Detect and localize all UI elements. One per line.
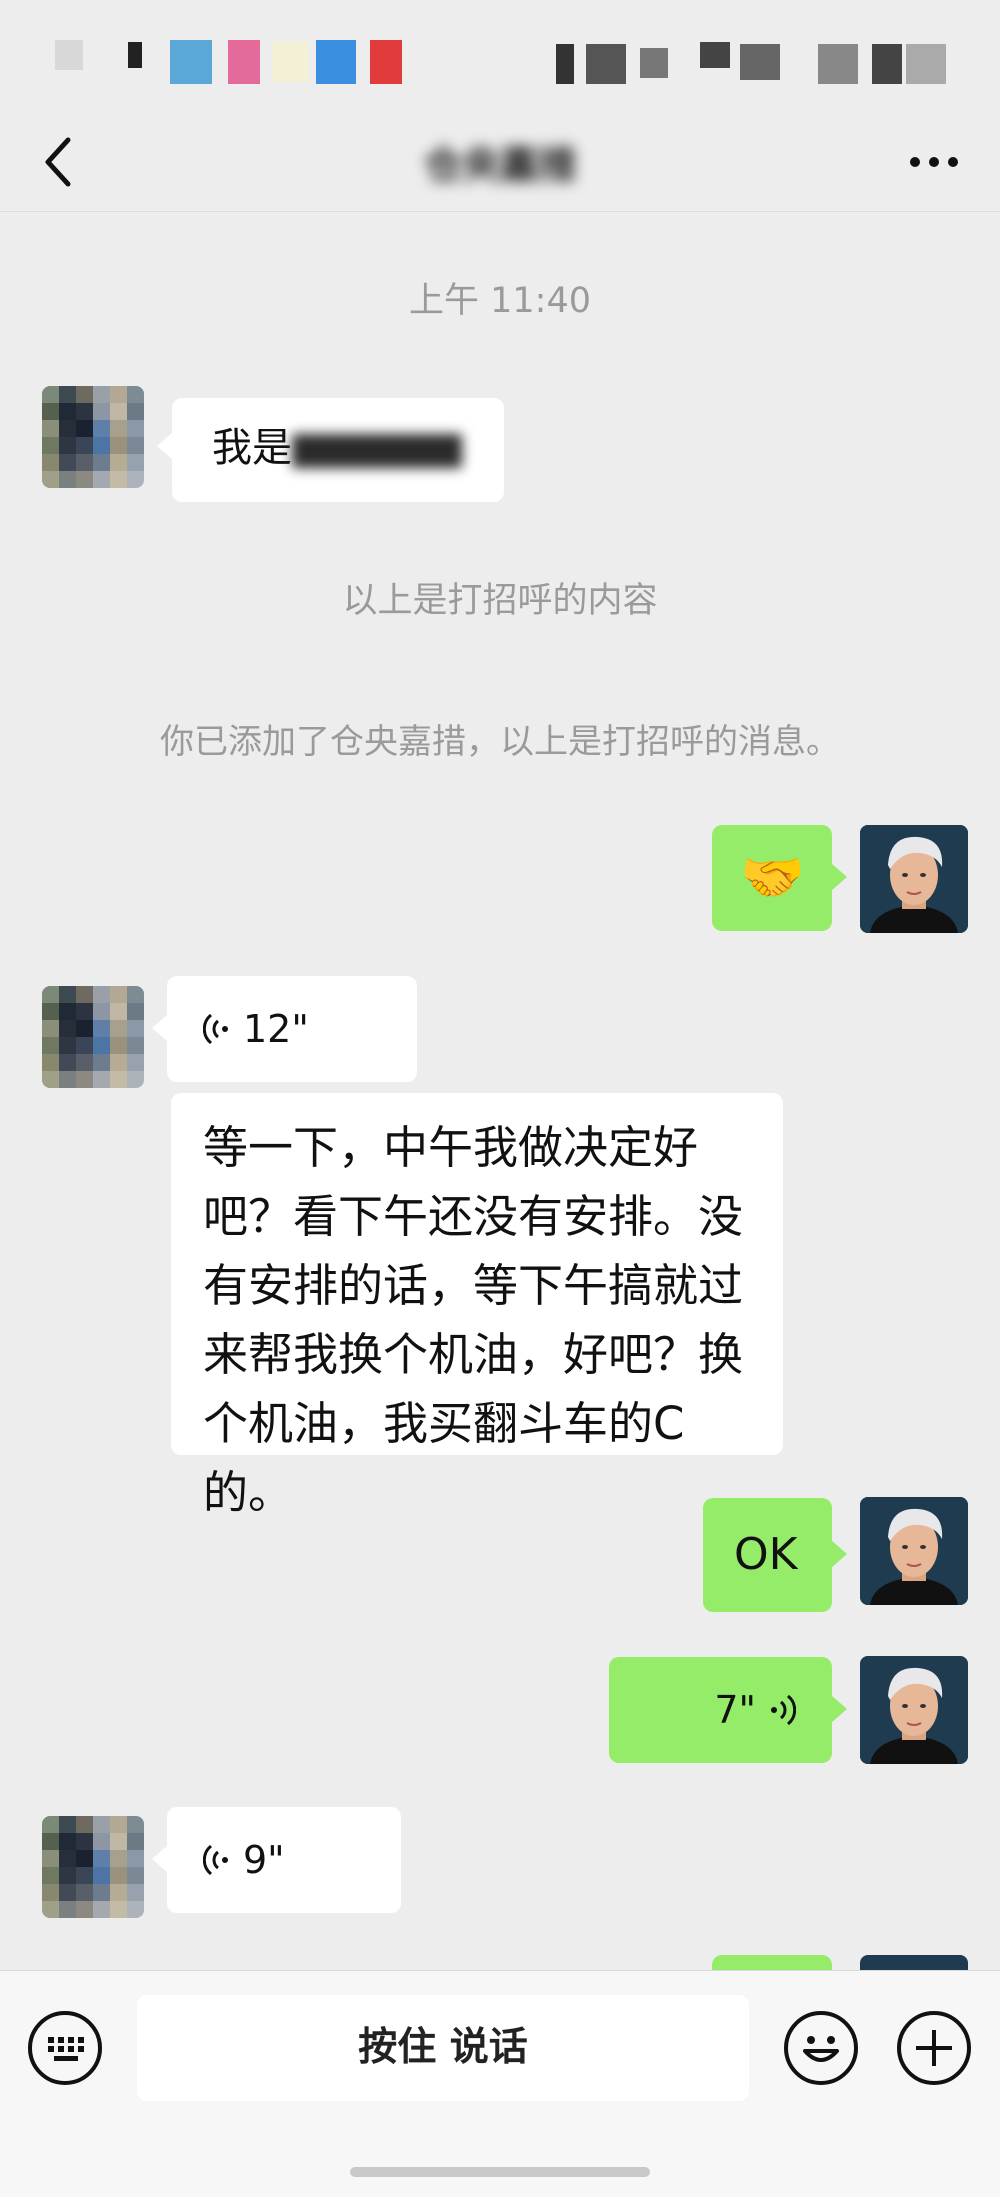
greeting-text: 我是 (212, 425, 292, 471)
voice-message-7[interactable]: 7" (609, 1657, 847, 1763)
status-bar (0, 0, 1000, 120)
person-avatar-icon (860, 825, 968, 933)
handshake-bubble[interactable]: 🤝 (712, 825, 847, 931)
keyboard-icon (48, 2037, 84, 2061)
handshake-emoji: 🤝 (740, 848, 805, 908)
contact-avatar[interactable] (42, 986, 144, 1088)
greeting-bubble[interactable]: 我是 (157, 398, 504, 502)
person-avatar-icon (860, 1497, 968, 1605)
plus-circle-icon (916, 2030, 952, 2066)
voice-duration: 12" (243, 1007, 309, 1051)
voice-wave-icon (203, 1013, 228, 1045)
hold-to-talk-button[interactable]: 按住 说话 (137, 1995, 749, 2101)
voice-message-12[interactable]: 12" (152, 976, 417, 1082)
partial-avatar (860, 1955, 968, 1970)
home-indicator[interactable] (350, 2167, 650, 2177)
more-button[interactable] (904, 142, 964, 182)
voice-duration: 9" (243, 1838, 285, 1882)
my-avatar[interactable] (860, 1497, 968, 1605)
more-actions-button[interactable] (897, 2011, 971, 2085)
redacted-name (292, 434, 462, 468)
ok-text: OK (734, 1529, 798, 1580)
ok-bubble[interactable]: OK (703, 1498, 847, 1612)
message-text: 等一下，中午我做决定好吧？看下午还没有安排。没有安排的话，等下午搞就过来帮我换个… (203, 1121, 744, 1519)
contact-avatar[interactable] (42, 386, 144, 488)
greeting-label: 以上是打招呼的内容 (342, 581, 658, 621)
added-notice: 你已添加了仓央嘉措，以上是打招呼的消息。 (160, 722, 840, 762)
voice-wave-icon (771, 1694, 796, 1726)
emoji-face-icon (803, 2036, 839, 2062)
emoji-button[interactable] (784, 2011, 858, 2085)
text-message-long[interactable]: 等一下，中午我做决定好吧？看下午还没有安排。没有安排的话，等下午搞就过来帮我换个… (171, 1093, 783, 1519)
keyboard-toggle-button[interactable] (28, 2011, 102, 2085)
voice-duration: 7" (714, 1688, 756, 1732)
my-avatar[interactable] (860, 1656, 968, 1764)
voice-wave-icon (203, 1844, 228, 1876)
more-dots-icon (910, 157, 920, 167)
my-avatar[interactable] (860, 825, 968, 933)
chat-screen: 仓央嘉措 上午 11:40 我是 以上是打招呼的内容 你已添加了仓央嘉措，以上是… (0, 0, 1000, 2197)
nav-bar: 仓央嘉措 (0, 112, 1000, 212)
contact-avatar[interactable] (42, 1816, 144, 1918)
person-avatar-icon (860, 1656, 968, 1764)
voice-message-9[interactable]: 9" (152, 1807, 401, 1913)
chat-title: 仓央嘉措 (423, 143, 576, 187)
timestamp: 上午 11:40 (409, 281, 591, 321)
input-bar: 按住 说话 (0, 1970, 1000, 2197)
